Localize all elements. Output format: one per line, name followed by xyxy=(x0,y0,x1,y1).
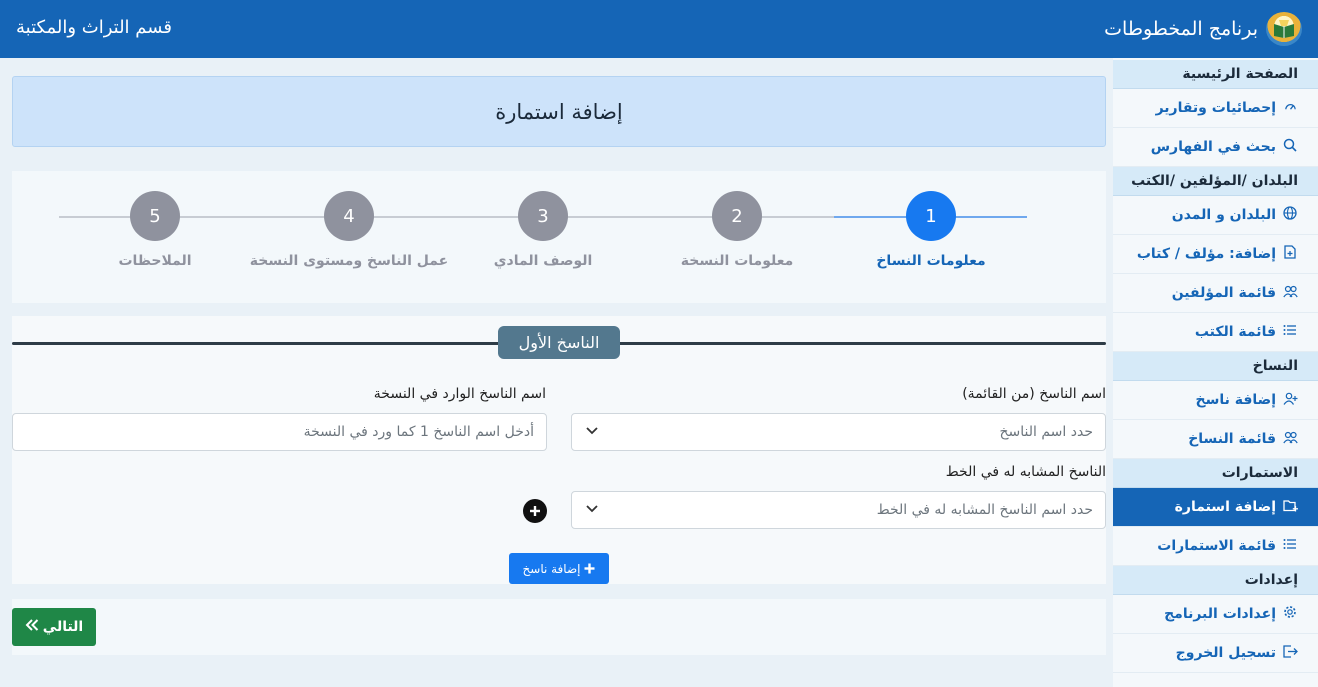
sidebar-item-countries[interactable]: البلدان و المدن xyxy=(1113,196,1318,235)
similar-copyist-label: الناسخ المشابه له في الخط xyxy=(945,464,1106,480)
step-number: 2 xyxy=(712,191,762,241)
list-icon xyxy=(1282,538,1298,554)
sidebar-item-label: قائمة الكتب xyxy=(1194,324,1276,340)
sidebar-item-books-list[interactable]: قائمة الكتب xyxy=(1113,313,1318,352)
sidebar-section-settings[interactable]: إعدادات xyxy=(1113,566,1318,595)
copyist-list-label: اسم الناسخ (من القائمة) xyxy=(962,386,1106,402)
person-add-icon xyxy=(1282,392,1298,409)
step-label: عمل الناسخ ومستوى النسخة xyxy=(249,253,449,269)
step-3[interactable]: 3 الوصف المادي xyxy=(443,191,643,269)
step-number: 3 xyxy=(518,191,568,241)
sidebar-item-label: تسجيل الخروج xyxy=(1175,645,1276,661)
step-1[interactable]: 1 معلومات النساخ xyxy=(831,191,1031,269)
add-similar-copyist-icon[interactable] xyxy=(523,499,547,523)
plus-icon xyxy=(584,560,595,578)
list-icon xyxy=(1282,324,1298,340)
sidebar-item-label: إضافة: مؤلف / كتاب xyxy=(1136,246,1276,262)
next-button[interactable]: التالي xyxy=(12,608,96,646)
sidebar-item-add-form[interactable]: إضافة استمارة xyxy=(1113,488,1318,527)
sidebar-section-forms[interactable]: الاستمارات xyxy=(1113,459,1318,488)
double-chevron-left-icon xyxy=(25,619,39,635)
page-title: إضافة استمارة xyxy=(12,76,1106,147)
copyist-select-placeholder: حدد اسم الناسخ xyxy=(999,424,1094,440)
sidebar-item-label: قائمة الاستمارات xyxy=(1157,538,1276,554)
next-label: التالي xyxy=(42,619,84,635)
sidebar-item-label: قائمة النساخ xyxy=(1188,431,1276,447)
step-label: معلومات النسخة xyxy=(680,253,794,269)
people-icon xyxy=(1282,285,1298,302)
sidebar: الصفحة الرئيسية إحصائيات وتقارير بحث في … xyxy=(1113,58,1318,687)
sidebar-item-label: بحث في الفهارس xyxy=(1150,139,1276,155)
book-logo-icon xyxy=(1266,12,1302,46)
dashboard-icon xyxy=(1282,100,1298,117)
similar-copyist-placeholder: حدد اسم الناسخ المشابه له في الخط xyxy=(876,502,1093,518)
similar-copyist-select[interactable]: حدد اسم الناسخ المشابه له في الخط xyxy=(571,491,1106,529)
top-header: برنامج المخطوطات قسم التراث والمكتبة xyxy=(0,0,1318,58)
chevron-down-icon xyxy=(586,423,598,439)
step-number: 1 xyxy=(906,191,956,241)
main-content: إضافة استمارة 1 معلومات النساخ 2 معلومات… xyxy=(12,58,1106,687)
sidebar-item-copyists-list[interactable]: قائمة النساخ xyxy=(1113,420,1318,459)
step-4[interactable]: 4 عمل الناسخ ومستوى النسخة xyxy=(249,191,449,269)
copyist-name-input[interactable]: أدخل اسم الناسخ 1 كما ورد في النسخة xyxy=(12,413,547,451)
step-5[interactable]: 5 الملاحظات xyxy=(55,191,255,269)
step-label: الملاحظات xyxy=(118,253,192,269)
sidebar-section-home[interactable]: الصفحة الرئيسية xyxy=(1113,60,1318,89)
add-copyist-button[interactable]: إضافة ناسخ xyxy=(509,553,609,584)
sidebar-item-label: إعدادات البرنامج xyxy=(1164,606,1276,622)
step-label: الوصف المادي xyxy=(493,253,593,269)
sidebar-section-countries[interactable]: البلدان /المؤلفين /الكتب xyxy=(1113,167,1318,196)
sidebar-item-statistics[interactable]: إحصائيات وتقارير xyxy=(1113,89,1318,128)
sidebar-item-program-settings[interactable]: إعدادات البرنامج xyxy=(1113,595,1318,634)
copyist-form: الناسخ الأول اسم الناسخ (من القائمة) حدد… xyxy=(12,316,1106,584)
stepper: 1 معلومات النساخ 2 معلومات النسخة 3 الوص… xyxy=(12,171,1106,303)
add-copyist-label: إضافة ناسخ xyxy=(522,561,581,576)
step-label: معلومات النساخ xyxy=(876,253,986,269)
sidebar-item-label: إضافة ناسخ xyxy=(1195,392,1277,408)
sidebar-item-label: إحصائيات وتقارير xyxy=(1155,100,1276,116)
department-title: قسم التراث والمكتبة xyxy=(16,17,172,38)
sidebar-section-copyists[interactable]: النساخ xyxy=(1113,352,1318,381)
fieldset-legend: الناسخ الأول xyxy=(498,326,620,359)
sidebar-item-label: إضافة استمارة xyxy=(1174,499,1276,515)
step-number: 4 xyxy=(324,191,374,241)
brand[interactable]: برنامج المخطوطات xyxy=(1104,12,1302,46)
copyist-name-placeholder: أدخل اسم الناسخ 1 كما ورد في النسخة xyxy=(303,424,534,440)
logout-icon xyxy=(1282,644,1298,662)
sidebar-item-logout[interactable]: تسجيل الخروج xyxy=(1113,634,1318,673)
form-footer: التالي xyxy=(12,599,1106,655)
file-plus-icon xyxy=(1282,245,1298,263)
search-icon xyxy=(1282,138,1298,156)
app-title: برنامج المخطوطات xyxy=(1104,18,1258,40)
sidebar-item-search[interactable]: بحث في الفهارس xyxy=(1113,128,1318,167)
sidebar-item-authors-list[interactable]: قائمة المؤلفين xyxy=(1113,274,1318,313)
copyist-select[interactable]: حدد اسم الناسخ xyxy=(571,413,1106,451)
sidebar-item-label: قائمة المؤلفين xyxy=(1171,285,1276,301)
people-icon xyxy=(1282,431,1298,448)
step-2[interactable]: 2 معلومات النسخة xyxy=(637,191,837,269)
folder-plus-icon xyxy=(1282,499,1298,516)
sidebar-item-add-author-book[interactable]: إضافة: مؤلف / كتاب xyxy=(1113,235,1318,274)
copyist-name-label: اسم الناسخ الوارد في النسخة xyxy=(373,386,546,402)
sidebar-item-add-copyist[interactable]: إضافة ناسخ xyxy=(1113,381,1318,420)
step-number: 5 xyxy=(130,191,180,241)
sidebar-item-label: البلدان و المدن xyxy=(1171,207,1276,223)
sidebar-item-forms-list[interactable]: قائمة الاستمارات xyxy=(1113,527,1318,566)
chevron-down-icon xyxy=(586,501,598,517)
gear-icon xyxy=(1282,605,1298,623)
globe-icon xyxy=(1282,206,1298,224)
